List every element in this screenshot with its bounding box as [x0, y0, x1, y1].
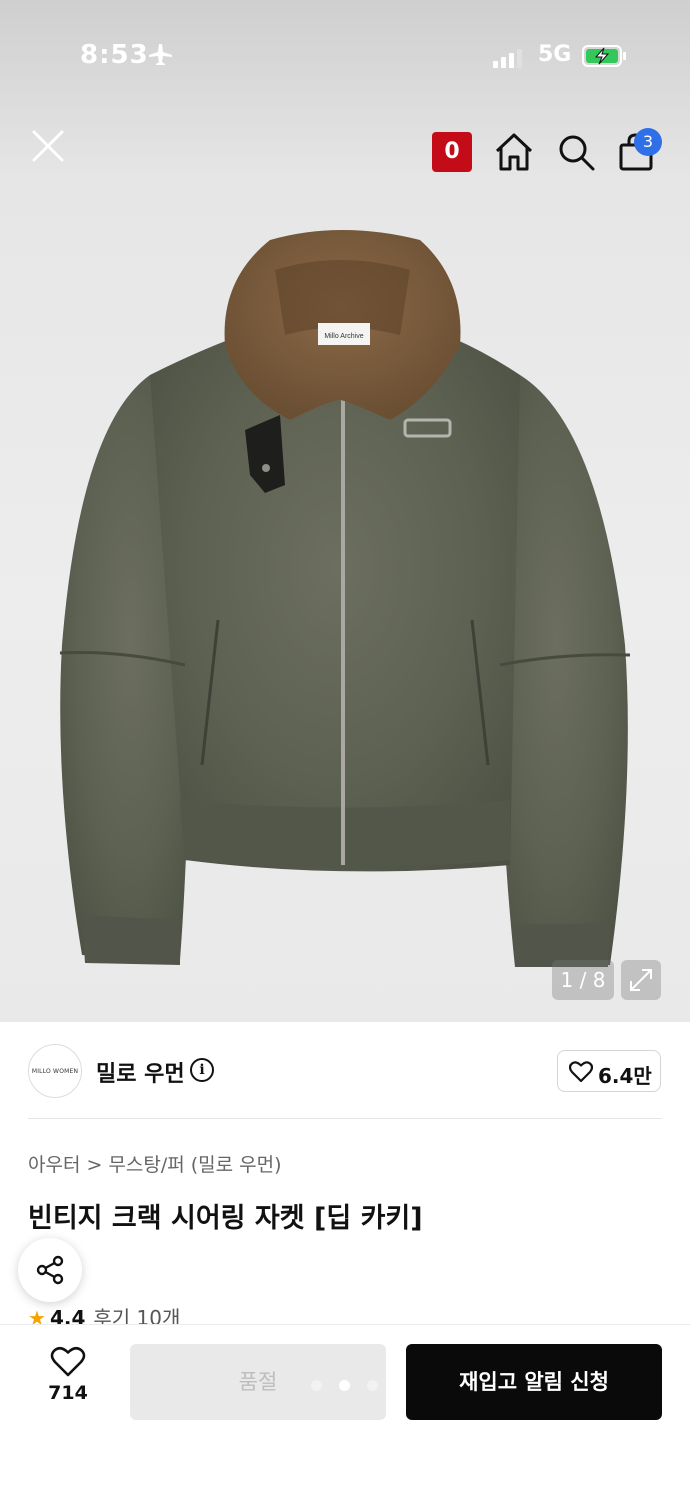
reward-badge-button[interactable]: 0 — [432, 132, 472, 172]
chevron-right-icon: > — [86, 1154, 103, 1176]
breadcrumb-subcategory[interactable]: 무스탕/퍼 (밀로 우먼) — [108, 1154, 281, 1176]
status-bar: 8:53 5G — [0, 0, 690, 110]
close-icon[interactable] — [26, 124, 70, 168]
network-type: 5G — [538, 42, 572, 67]
expand-icon[interactable] — [621, 960, 661, 1000]
brand-name[interactable]: 밀로 우먼 — [96, 1056, 185, 1088]
heart-icon — [569, 1061, 593, 1083]
rating-score: 4.4 — [49, 1306, 86, 1326]
search-icon[interactable] — [554, 130, 598, 174]
wishlist-count: 714 — [48, 1382, 88, 1404]
heart-icon — [50, 1346, 86, 1377]
status-time: 8:53 — [80, 40, 149, 70]
wishlist-button[interactable]: 714 — [40, 1346, 96, 1416]
page-dot — [311, 1380, 322, 1391]
cart-count-badge: 3 — [634, 128, 662, 156]
page-dot-active — [339, 1380, 350, 1391]
review-count: 후기 10개 — [93, 1306, 181, 1326]
star-icon: ★ — [28, 1306, 46, 1326]
share-button[interactable] — [18, 1238, 82, 1302]
product-image-gallery[interactable]: 8:53 5G 0 3 Millo Archive 1 / 8 — [0, 0, 690, 1022]
signal-icon — [493, 49, 522, 68]
battery-charging-icon — [582, 45, 626, 67]
airplane-icon — [149, 44, 172, 65]
breadcrumb: 아우터 > 무스탕/퍼 (밀로 우먼) — [28, 1150, 282, 1177]
brand-like-button[interactable]: 6.4만 — [557, 1050, 661, 1092]
home-icon[interactable] — [492, 130, 536, 174]
brand-like-count: 6.4만 — [598, 1064, 652, 1088]
breadcrumb-category[interactable]: 아우터 — [28, 1154, 80, 1176]
section-divider — [28, 1118, 662, 1119]
collar-label: Millo Archive — [324, 333, 363, 340]
page-indicator — [311, 1380, 381, 1392]
rating-summary[interactable]: ★ 4.4 후기 10개 — [28, 1302, 180, 1326]
share-icon — [36, 1255, 64, 1285]
restock-alert-button[interactable]: 재입고 알림 신청 — [406, 1344, 662, 1420]
info-icon[interactable]: i — [190, 1058, 214, 1082]
product-photo[interactable]: Millo Archive — [40, 225, 650, 985]
image-counter: 1 / 8 — [552, 960, 614, 1000]
brand-logo[interactable]: MILLO WOMEN — [28, 1044, 82, 1098]
product-title: 빈티지 크랙 시어링 자켓 [딥 카키] — [28, 1203, 423, 1234]
page-dot — [367, 1380, 378, 1391]
